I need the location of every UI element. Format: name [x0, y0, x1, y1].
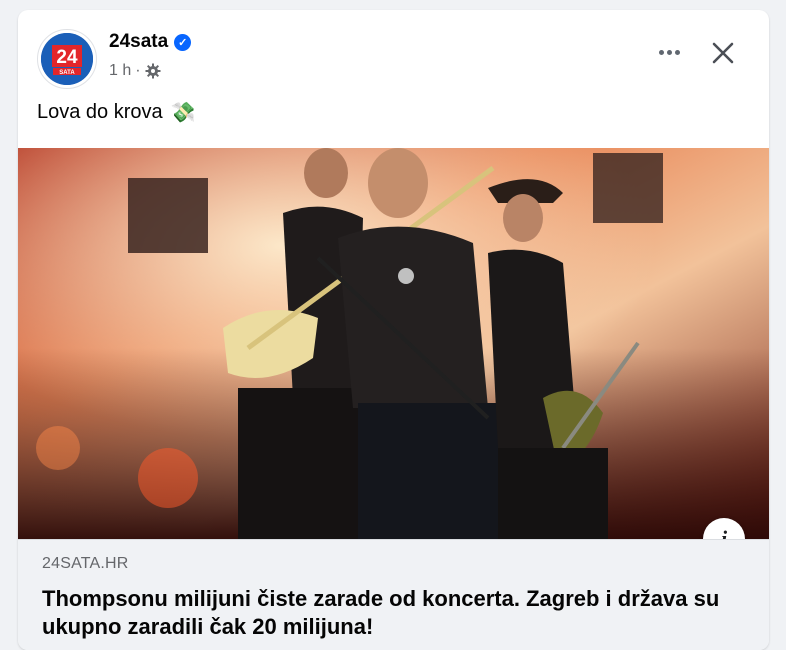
page-name-row: 24sata ✓	[109, 31, 192, 53]
link-preview[interactable]: 24SATA.HR Thompsonu milijuni čiste zarad…	[18, 539, 769, 650]
money-emoji: 💸	[170, 102, 196, 124]
post-photo[interactable]	[18, 148, 769, 539]
post-header: 24 SATA 24sata ✓ 1 h ·	[18, 10, 769, 100]
meta-separator: ·	[135, 62, 141, 79]
more-options-button[interactable]	[651, 34, 687, 70]
gear-icon	[145, 63, 161, 79]
post-message: Lova do krova 💸	[37, 100, 196, 125]
page-avatar[interactable]: 24 SATA	[37, 29, 97, 89]
verified-badge-icon: ✓	[174, 33, 192, 51]
post-card: 24 SATA 24sata ✓ 1 h · Lova do krova 💸 2…	[18, 10, 769, 650]
brand-logo-icon: 24 SATA	[41, 33, 93, 85]
post-meta: 1 h ·	[109, 62, 161, 80]
close-button[interactable]	[705, 35, 741, 71]
more-dot-icon	[674, 49, 680, 55]
avatar-logo: 24 SATA	[41, 33, 93, 85]
concert-photo-image	[18, 148, 769, 539]
link-headline[interactable]: Thompsonu milijuni čiste zarade od konce…	[42, 585, 742, 641]
post-text: Lova do krova	[37, 101, 163, 123]
post-time[interactable]: 1 h	[109, 62, 131, 80]
close-icon	[712, 42, 734, 64]
svg-text:24: 24	[56, 47, 78, 68]
more-dot-icon	[666, 49, 672, 55]
svg-text:SATA: SATA	[59, 70, 75, 76]
page-name[interactable]: 24sata	[109, 31, 168, 53]
more-dot-icon	[658, 49, 664, 55]
link-domain: 24SATA.HR	[42, 555, 129, 572]
